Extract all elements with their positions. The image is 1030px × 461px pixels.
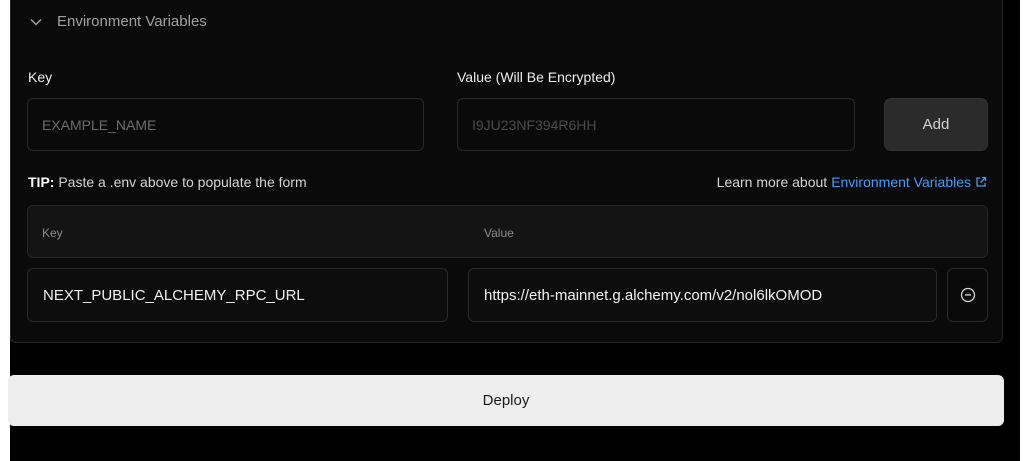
external-link-icon[interactable]: [975, 176, 987, 188]
value-input[interactable]: [472, 116, 840, 133]
key-label: Key: [28, 69, 53, 85]
column-header-key: Key: [42, 226, 63, 240]
env-section-toggle[interactable]: Environment Variables: [29, 13, 207, 30]
env-row-value[interactable]: https://eth-mainnet.g.alchemy.com/v2/nol…: [468, 268, 937, 322]
tip-message: Paste a .env above to populate the form: [58, 174, 307, 190]
env-section-title: Environment Variables: [57, 13, 207, 30]
key-input[interactable]: [42, 116, 409, 133]
learn-more-prefix: Learn more about: [716, 174, 828, 190]
deploy-button[interactable]: Deploy: [8, 375, 1004, 426]
minus-circle-icon: [960, 287, 975, 303]
tip-text: TIP: Paste a .env above to populate the …: [28, 174, 307, 190]
add-button[interactable]: Add: [884, 98, 988, 151]
app-frame: Environment Variables Key Value (Will Be…: [8, 0, 1020, 461]
env-row-key[interactable]: NEXT_PUBLIC_ALCHEMY_RPC_URL: [27, 268, 448, 322]
key-input-wrapper: [27, 98, 424, 151]
value-label: Value (Will Be Encrypted): [457, 69, 616, 85]
env-variables-link[interactable]: Environment Variables: [831, 174, 971, 190]
env-variables-panel: Environment Variables Key Value (Will Be…: [10, 0, 1003, 343]
learn-more: Learn more about Environment Variables: [717, 174, 987, 190]
chevron-down-icon: [30, 18, 42, 26]
env-table-header: Key Value: [27, 205, 988, 258]
remove-row-button[interactable]: [947, 268, 988, 322]
column-header-value: Value: [484, 226, 514, 240]
value-input-wrapper: [457, 98, 855, 151]
tip-prefix: TIP:: [28, 174, 55, 190]
